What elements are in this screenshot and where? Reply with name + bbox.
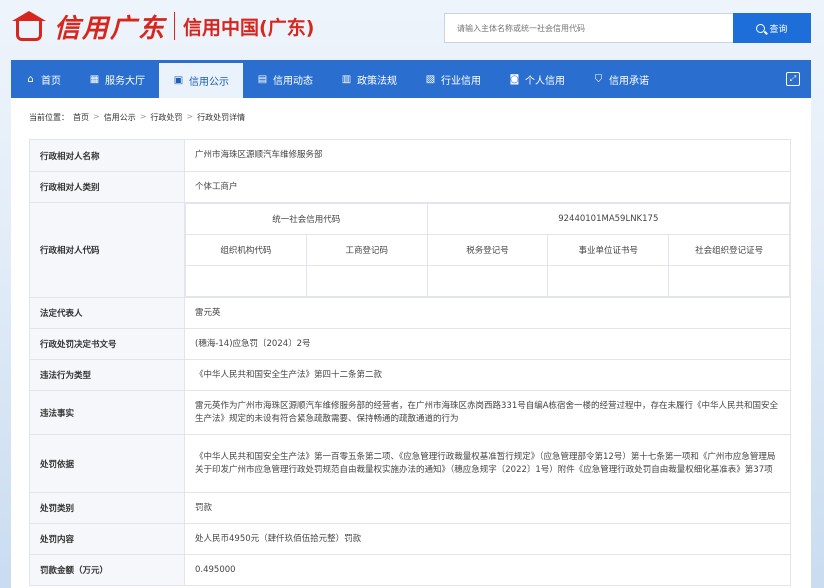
org-code-header: 组织机构代码 — [185, 234, 307, 266]
site-logo[interactable]: 信用广东 信用中国(广东) — [10, 6, 314, 46]
nav-item-home[interactable]: ⌂ 首页 — [11, 60, 75, 98]
logo-divider — [174, 12, 176, 40]
person-icon: ◙ — [509, 73, 520, 85]
table-row: 处罚依据 《中华人民共和国安全生产法》第一百零五条第二项、《应急管理行政裁量权基… — [29, 434, 791, 493]
facts-value: 雷元英作为广州市海珠区源顺汽车维修服务部的经营者，在广州市海珠区赤岗西路331号… — [184, 390, 791, 435]
site-header: 信用广东 信用中国(广东) 查询 — [0, 0, 824, 60]
breadcrumb-penalty[interactable]: 行政处罚 — [150, 112, 182, 123]
search-button[interactable]: 查询 — [733, 13, 811, 43]
name-value: 广州市海珠区源顺汽车维修服务部 — [184, 139, 791, 172]
table-row: 违法事实 雷元英作为广州市海珠区源顺汽车维修服务部的经营者，在广州市海珠区赤岗西… — [29, 390, 791, 435]
uscc-label: 统一社会信用代码 — [185, 203, 428, 235]
code-label: 行政相对人代码 — [29, 202, 185, 298]
expand-icon: ⤢ — [786, 72, 800, 86]
table-row: 行政相对人类别 个体工商户 — [29, 171, 791, 203]
code-subtable: 统一社会信用代码 92440101MA59LNK175 组织机构代码 工商登记码… — [185, 203, 791, 297]
table-row: 处罚内容 处人民币4950元（肆仟玖佰伍拾元整）罚款 — [29, 523, 791, 555]
category-label: 处罚类别 — [29, 492, 185, 524]
search-input[interactable] — [444, 13, 733, 43]
search-bar: 查询 — [444, 13, 811, 43]
search-icon — [756, 23, 766, 33]
type-label: 行政相对人类别 — [29, 171, 185, 203]
table-row: 罚款金额（万元） 0.495000 — [29, 554, 791, 586]
search-button-label: 查询 — [769, 23, 788, 34]
tax-reg-header: 税务登记号 — [426, 234, 549, 266]
table-row: 行政相对人代码 统一社会信用代码 92440101MA59LNK175 组织机构… — [29, 202, 791, 298]
facts-label: 违法事实 — [29, 390, 185, 435]
social-org-value — [668, 265, 790, 297]
business-reg-header: 工商登记码 — [305, 234, 428, 266]
list-icon: ▤ — [257, 73, 268, 85]
nav-item-service-hall[interactable]: ▦ 服务大厅 — [75, 60, 159, 98]
briefcase-icon: ▧ — [425, 73, 436, 85]
content-panel: 当前位置： 首页 > 信用公示 > 行政处罚 > 行政处罚详情 行政相对人名称 … — [11, 98, 811, 588]
name-label: 行政相对人名称 — [29, 139, 185, 172]
nav-item-credit-publicity[interactable]: ▣ 信用公示 — [159, 60, 243, 98]
nav-label: 信用动态 — [273, 75, 313, 87]
doc-number-value: (穗海-14)应急罚〔2024〕2号 — [184, 328, 791, 360]
nav-label: 个人信用 — [525, 75, 565, 87]
book-icon: ▥ — [341, 73, 352, 85]
logo-mark-icon — [10, 7, 48, 45]
business-reg-value — [305, 265, 428, 297]
table-row: 处罚类别 罚款 — [29, 492, 791, 524]
nav-label: 首页 — [41, 75, 61, 87]
breadcrumb-separator: > — [139, 112, 147, 121]
basis-value: 《中华人民共和国安全生产法》第一百零五条第二项、《应急管理行政裁量权基准暂行规定… — [184, 434, 791, 493]
home-icon: ⌂ — [27, 73, 34, 85]
violation-type-value: 《中华人民共和国安全生产法》第四十二条第二款 — [184, 359, 791, 391]
table-row: 行政处罚决定书文号 (穗海-14)应急罚〔2024〕2号 — [29, 328, 791, 360]
legal-rep-value: 雷元英 — [184, 297, 791, 329]
nav-item-personal-credit[interactable]: ◙ 个人信用 — [495, 60, 579, 98]
tax-reg-value — [426, 265, 549, 297]
logo-text: 信用广东 — [54, 13, 167, 44]
breadcrumb-separator: > — [93, 112, 100, 121]
nav-item-policy[interactable]: ▥ 政策法规 — [327, 60, 411, 98]
breadcrumb: 当前位置： 首页 > 信用公示 > 行政处罚 > 行政处罚详情 — [29, 112, 245, 123]
amount-label: 罚款金额（万元） — [29, 554, 185, 586]
content-label: 处罚内容 — [29, 523, 185, 555]
nav-label: 信用承诺 — [609, 75, 649, 87]
site-name: 信用中国(广东) — [183, 16, 315, 39]
shield-icon: ⛉ — [594, 73, 603, 85]
nav-item-credit-commitment[interactable]: ⛉ 信用承诺 — [579, 60, 663, 98]
violation-type-label: 违法行为类型 — [29, 359, 185, 391]
category-value: 罚款 — [184, 492, 791, 524]
type-value: 个体工商户 — [184, 171, 791, 203]
social-org-header: 社会组织登记证号 — [668, 234, 790, 266]
org-code-value — [185, 265, 307, 297]
badge-icon: ▣ — [173, 75, 184, 86]
breadcrumb-prefix: 当前位置： — [29, 113, 69, 122]
nav-label: 服务大厅 — [105, 75, 145, 87]
content-value: 处人民币4950元（肆仟玖佰伍拾元整）罚款 — [184, 523, 791, 555]
nav-label: 信用公示 — [189, 77, 229, 88]
main-nav: ⌂ 首页 ▦ 服务大厅 ▣ 信用公示 ▤ 信用动态 ▥ 政策法规 ▧ 行业信用 ◙ 个人信用 … — [11, 60, 811, 98]
institution-cert-header: 事业单位证书号 — [547, 234, 670, 266]
nav-label: 政策法规 — [357, 75, 397, 87]
nav-item-industry-credit[interactable]: ▧ 行业信用 — [411, 60, 495, 98]
legal-rep-label: 法定代表人 — [29, 297, 185, 329]
breadcrumb-home[interactable]: 首页 — [73, 112, 89, 123]
table-row: 违法行为类型 《中华人民共和国安全生产法》第四十二条第二款 — [29, 359, 791, 391]
nav-label: 行业信用 — [441, 75, 481, 87]
breadcrumb-credit-publicity[interactable]: 信用公示 — [104, 112, 136, 123]
penalty-detail-table: 行政相对人名称 广州市海珠区源顺汽车维修服务部 行政相对人类别 个体工商户 行政… — [29, 139, 791, 586]
table-row: 行政相对人名称 广州市海珠区源顺汽车维修服务部 — [29, 139, 791, 172]
table-row: 法定代表人 雷元英 — [29, 297, 791, 329]
breadcrumb-current: 行政处罚详情 — [197, 113, 246, 122]
breadcrumb-separator: > — [186, 112, 194, 121]
nav-item-credit-news[interactable]: ▤ 信用动态 — [243, 60, 327, 98]
uscc-value: 92440101MA59LNK175 — [426, 203, 791, 235]
amount-value: 0.495000 — [184, 554, 791, 586]
nav-expand-button[interactable]: ⤢ — [775, 60, 811, 98]
doc-number-label: 行政处罚决定书文号 — [29, 328, 185, 360]
institution-cert-value — [547, 265, 670, 297]
basis-label: 处罚依据 — [29, 434, 185, 493]
grid-icon: ▦ — [89, 73, 100, 85]
